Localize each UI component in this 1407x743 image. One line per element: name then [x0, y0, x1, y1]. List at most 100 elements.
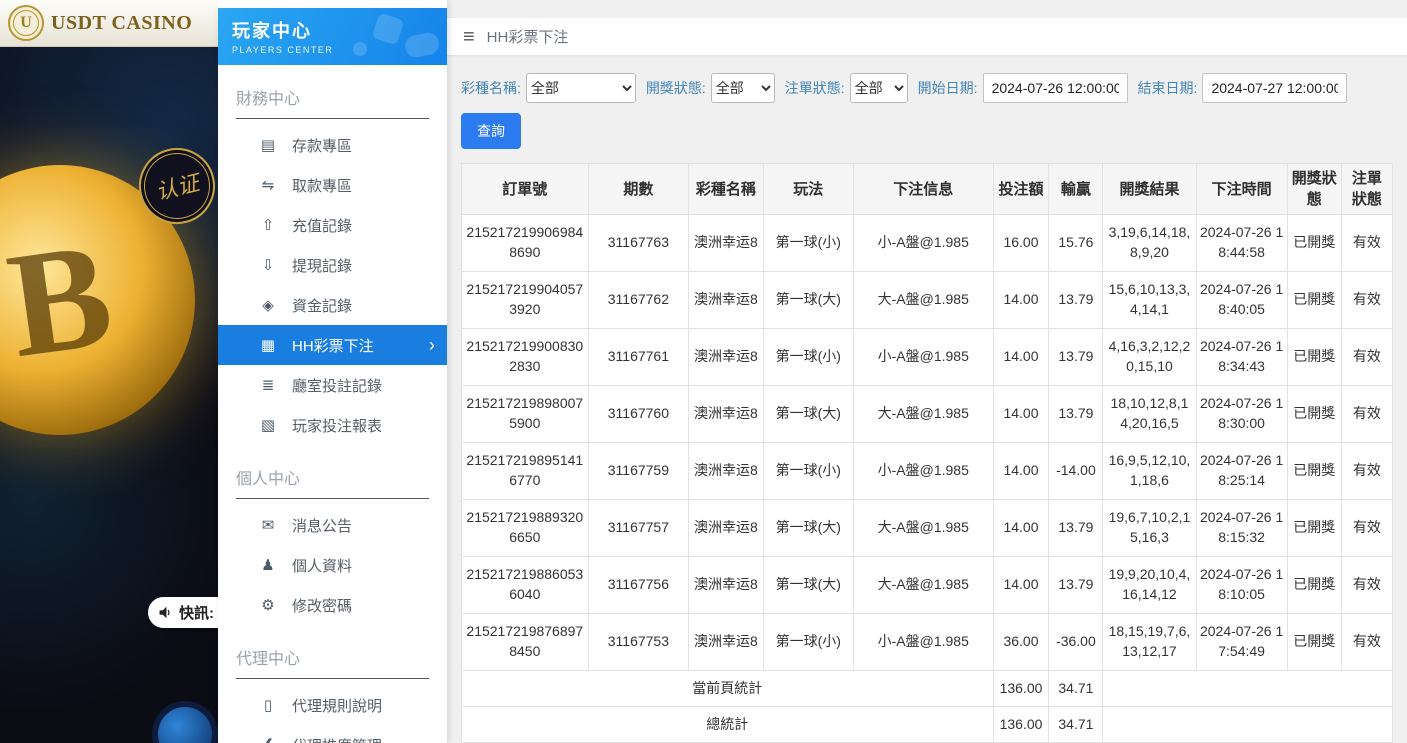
table-cell: 15.76 — [1049, 215, 1103, 272]
search-button[interactable]: 查詢 — [461, 113, 521, 149]
summary-label-cell: 總統計 — [462, 707, 994, 743]
sidebar-menu: 財務中心▤存款專區⇋取款專區⇧充值記錄⇩提現記錄◈資金記錄▦HH彩票下注›≣廳室… — [218, 65, 447, 743]
table-cell: 16.00 — [993, 215, 1049, 272]
sidebar-item-資金記錄[interactable]: ◈資金記錄 — [218, 285, 447, 325]
table-cell: 13.79 — [1049, 386, 1103, 443]
table-cell: 4,16,3,2,12,20,15,10 — [1103, 329, 1196, 386]
brand-logo-icon: U — [8, 5, 44, 41]
table-row: 215217219898007590031167760澳洲幸运8第一球(大)大-… — [462, 386, 1393, 443]
withdraw-icon: ⇋ — [258, 176, 278, 194]
sidebar-item-label: 個人資料 — [292, 555, 352, 576]
sidebar-item-代理規則說明[interactable]: ▯代理規則說明 — [218, 685, 447, 725]
table-cell: 2152172198893206650 — [462, 500, 589, 557]
end-date-input[interactable] — [1202, 73, 1347, 103]
table-cell: 第一球(大) — [763, 557, 853, 614]
order-status-filter: 注單狀態: 全部 — [785, 73, 908, 103]
app-root: U USDT CASINO B 认证 快訊: 玩家中心 PLAYERS CENT… — [0, 0, 1407, 743]
table-cell: 有效 — [1341, 329, 1392, 386]
table-footer: 當前頁統計136.0034.71總統計136.0034.71 — [462, 671, 1393, 743]
table-header-cell: 期數 — [588, 164, 689, 215]
table-cell: 有效 — [1341, 272, 1392, 329]
table-body: 215217219906984869031167763澳洲幸运8第一球(小)小-… — [462, 215, 1393, 671]
main-content: ≡ HH彩票下注 彩種名稱: 全部 開獎狀態: 全部 注單狀態: 全部 — [447, 0, 1407, 743]
hamburger-menu-icon[interactable]: ≡ — [463, 27, 475, 47]
table-cell: -14.00 — [1049, 443, 1103, 500]
table-cell: 已開獎 — [1287, 329, 1341, 386]
table-cell: 31167762 — [588, 272, 689, 329]
end-date-label: 結束日期: — [1138, 78, 1198, 98]
start-date-input[interactable] — [983, 73, 1128, 103]
sidebar-item-個人資料[interactable]: ♟ 個人資料 — [218, 545, 447, 585]
brand-logo-letter: U — [13, 10, 39, 36]
table-row: 215217219886053604031167756澳洲幸运8第一球(大)大-… — [462, 557, 1393, 614]
player-report-icon: ▧ — [258, 416, 278, 434]
sidebar-item-label: HH彩票下注 — [292, 335, 374, 356]
news-ticker-pill: 快訊: — [148, 597, 218, 628]
table-cell: 15,6,10,13,3,4,14,1 — [1103, 272, 1196, 329]
sidebar-item-HH彩票下注[interactable]: ▦HH彩票下注› — [218, 325, 447, 365]
sidebar-item-充值記錄[interactable]: ⇧充值記錄 — [218, 205, 447, 245]
table-cell: 31167761 — [588, 329, 689, 386]
table-cell: 13.79 — [1049, 272, 1103, 329]
lottery-name-select[interactable]: 全部 — [526, 73, 636, 103]
table-cell: 第一球(小) — [763, 614, 853, 671]
table-cell: 31167757 — [588, 500, 689, 557]
table-cell: 31167763 — [588, 215, 689, 272]
table-cell: 澳洲幸运8 — [689, 329, 763, 386]
sidebar-section: 代理中心▯代理規則說明❮代理推廣管理 — [218, 625, 447, 743]
lottery-bets-icon: ▦ — [258, 336, 278, 354]
table-cell: 有效 — [1341, 215, 1392, 272]
table-cell: 第一球(小) — [763, 215, 853, 272]
table-cell: 18,15,19,7,6,13,12,17 — [1103, 614, 1196, 671]
table-cell: 16,9,5,12,10,1,18,6 — [1103, 443, 1196, 500]
table-cell: 31167760 — [588, 386, 689, 443]
table-cell: 2152172198860536040 — [462, 557, 589, 614]
summary-label-cell: 當前頁統計 — [462, 671, 994, 707]
sidebar-item-label: 玩家投注報表 — [292, 415, 382, 436]
sidebar-item-label: 消息公告 — [292, 515, 352, 536]
profile-person-icon: ♟ — [258, 556, 278, 574]
table-cell: 已開獎 — [1287, 386, 1341, 443]
players-center-title: 玩家中心 — [232, 17, 433, 43]
table-cell: 有效 — [1341, 386, 1392, 443]
sidebar-item-玩家投注報表[interactable]: ▧ 玩家投注報表 — [218, 405, 447, 445]
summary-bet-total-cell: 136.00 — [993, 671, 1049, 707]
sidebar-item-label: 充值記錄 — [292, 215, 352, 236]
table-header-cell: 玩法 — [763, 164, 853, 215]
draw-status-select[interactable]: 全部 — [711, 73, 775, 103]
sidebar-item-消息公告[interactable]: ✉消息公告 — [218, 505, 447, 545]
table-cell: 14.00 — [993, 329, 1049, 386]
draw-status-label: 開獎狀態: — [646, 78, 706, 98]
table-cell: 2152172199040573920 — [462, 272, 589, 329]
sidebar-item-提現記錄[interactable]: ⇩提現記錄 — [218, 245, 447, 285]
summary-empty-cell — [1103, 707, 1393, 743]
sidebar-item-取款專區[interactable]: ⇋ 取款專區 — [218, 165, 447, 205]
sidebar: 玩家中心 PLAYERS CENTER 財務中心▤存款專區⇋取款專區⇧充值記錄⇩… — [218, 0, 447, 743]
sidebar-item-修改密碼[interactable]: ⚙修改密碼 — [218, 585, 447, 625]
table-cell: 小-A盤@1.985 — [853, 329, 993, 386]
table-cell: 14.00 — [993, 386, 1049, 443]
table-cell: 小-A盤@1.985 — [853, 215, 993, 272]
summary-bet-total-cell: 136.00 — [993, 707, 1049, 743]
sidebar-item-label: 取款專區 — [292, 175, 352, 196]
sidebar-item-代理推廣管理[interactable]: ❮代理推廣管理 — [218, 725, 447, 743]
table-summary-row: 總統計136.0034.71 — [462, 707, 1393, 743]
gear-icon: ⚙ — [258, 596, 278, 614]
table-cell: 第一球(大) — [763, 272, 853, 329]
table-cell: 3,19,6,14,18,8,9,20 — [1103, 215, 1196, 272]
sidebar-item-存款專區[interactable]: ▤存款專區 — [218, 125, 447, 165]
summary-winloss-total-cell: 34.71 — [1049, 671, 1103, 707]
funds-records-icon: ◈ — [258, 296, 278, 314]
room-bet-records-icon: ≣ — [258, 376, 278, 394]
table-cell: 36.00 — [993, 614, 1049, 671]
table-header-row: 訂單號期數彩種名稱玩法下注信息投注額輸贏開獎結果下注時間開獎狀態注單狀態 — [462, 164, 1393, 215]
table-cell: 2152172199008302830 — [462, 329, 589, 386]
table-cell: 澳洲幸运8 — [689, 386, 763, 443]
sidebar-section: 個人中心✉消息公告♟個人資料⚙修改密碼 — [218, 445, 447, 625]
brand-logo-bar[interactable]: U USDT CASINO — [0, 0, 218, 47]
bets-table: 訂單號期數彩種名稱玩法下注信息投注額輸贏開獎結果下注時間開獎狀態注單狀態 215… — [461, 163, 1393, 743]
table-cell: 大-A盤@1.985 — [853, 557, 993, 614]
table-cell: 大-A盤@1.985 — [853, 272, 993, 329]
sidebar-item-廳室投註記錄[interactable]: ≣廳室投註記錄 — [218, 365, 447, 405]
order-status-select[interactable]: 全部 — [850, 73, 908, 103]
